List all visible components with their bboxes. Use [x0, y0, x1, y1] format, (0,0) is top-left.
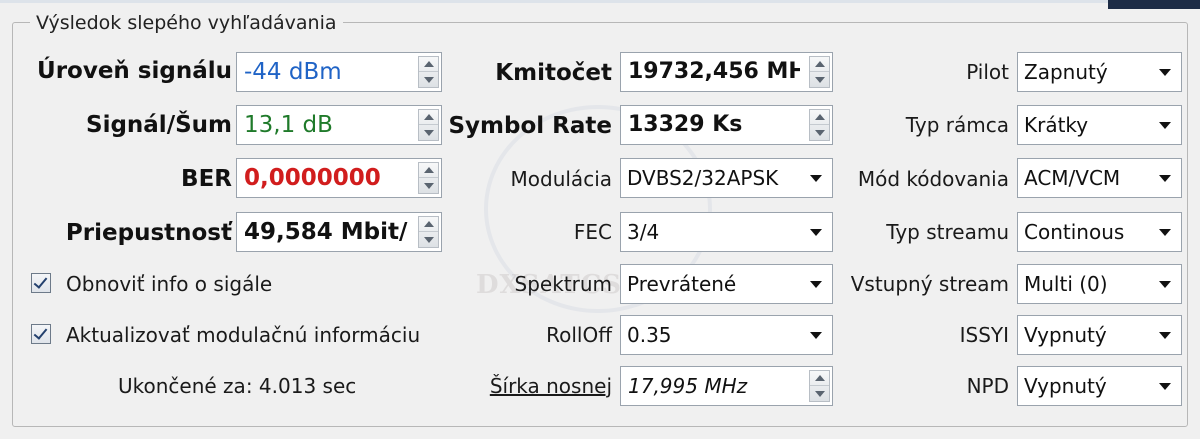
- pilot-label: Pilot: [966, 60, 1009, 84]
- modulation-select[interactable]: DVBS2/32APSK: [620, 158, 833, 198]
- throughput-label: Priepustnosť: [65, 220, 232, 246]
- frame-type-label: Typ rámca: [905, 113, 1009, 137]
- spin-down-icon[interactable]: [424, 130, 434, 136]
- npd-label: NPD: [966, 374, 1009, 398]
- refresh-info-label: Obnoviť info o sigále: [66, 272, 273, 296]
- frequency-spinner[interactable]: [809, 56, 830, 88]
- chevron-down-icon[interactable]: [1159, 229, 1171, 236]
- signal-level-label: Úroveň signálu: [37, 58, 232, 84]
- stream-type-label: Typ streamu: [886, 220, 1009, 244]
- frequency-value: 19732,456 MHz: [628, 59, 800, 84]
- signal-level-value: -44 dBm: [244, 59, 342, 85]
- spin-down-icon[interactable]: [815, 130, 825, 136]
- spin-down-icon[interactable]: [815, 77, 825, 83]
- pilot-select[interactable]: Zapnutý: [1017, 52, 1182, 92]
- fec-value: 3/4: [627, 220, 660, 244]
- coding-mode-select[interactable]: ACM/VCM: [1017, 158, 1182, 198]
- snr-value: 13,1 dB: [244, 112, 333, 138]
- issyi-label: ISSYI: [959, 323, 1009, 347]
- chevron-down-icon[interactable]: [1159, 281, 1171, 288]
- snr-label: Signál/Šum: [86, 112, 232, 138]
- bandwidth-field[interactable]: 17,995 MHz: [620, 366, 833, 406]
- finished-time: Ukončené za: 4.013 sec: [118, 374, 357, 398]
- issyi-select[interactable]: Vypnutý: [1017, 315, 1182, 355]
- spin-down-icon[interactable]: [815, 391, 825, 397]
- ber-value: 0,0000000: [244, 165, 381, 191]
- chevron-down-icon[interactable]: [810, 281, 822, 288]
- spin-up-icon[interactable]: [424, 221, 434, 227]
- bandwidth-label[interactable]: Šírka nosnej: [490, 376, 612, 396]
- spin-up-icon[interactable]: [424, 167, 434, 173]
- frame-type-value: Krátky: [1024, 113, 1089, 137]
- modulation-value: DVBS2/32APSK: [627, 166, 779, 190]
- issyi-value: Vypnutý: [1024, 323, 1107, 347]
- chevron-down-icon[interactable]: [810, 175, 822, 182]
- top-strip: [0, 0, 1200, 3]
- snr-field[interactable]: 13,1 dB: [236, 105, 442, 145]
- symbol-rate-field[interactable]: 13329 Ks: [620, 105, 833, 145]
- fec-label: FEC: [573, 220, 612, 244]
- signal-level-field[interactable]: -44 dBm: [236, 52, 442, 92]
- spin-up-icon[interactable]: [815, 61, 825, 67]
- bandwidth-spinner[interactable]: [809, 370, 830, 402]
- throughput-value: 49,584 Mbit/: [244, 219, 408, 245]
- input-stream-select[interactable]: Multi (0): [1017, 264, 1182, 304]
- spin-down-icon[interactable]: [424, 77, 434, 83]
- ber-label: BER: [181, 166, 232, 192]
- chevron-down-icon[interactable]: [1159, 332, 1171, 339]
- input-stream-label: Vstupný stream: [850, 272, 1009, 296]
- spin-up-icon[interactable]: [424, 61, 434, 67]
- chevron-down-icon[interactable]: [810, 229, 822, 236]
- spin-down-icon[interactable]: [424, 237, 434, 243]
- frequency-label: Kmitočet: [495, 60, 612, 86]
- spectrum-label: Spektrum: [514, 272, 613, 296]
- coding-mode-value: ACM/VCM: [1024, 166, 1121, 190]
- chevron-down-icon[interactable]: [1159, 69, 1171, 76]
- snr-spinner[interactable]: [418, 109, 439, 141]
- stream-type-value: Continous: [1024, 220, 1125, 244]
- bandwidth-value: 17,995 MHz: [628, 374, 748, 398]
- update-modulation-checkbox[interactable]: [31, 324, 51, 344]
- npd-select[interactable]: Vypnutý: [1017, 366, 1182, 406]
- input-stream-value: Multi (0): [1024, 272, 1108, 296]
- spin-up-icon[interactable]: [424, 114, 434, 120]
- chevron-down-icon[interactable]: [1159, 122, 1171, 129]
- symbol-rate-spinner[interactable]: [809, 109, 830, 141]
- window-corner: [1108, 0, 1200, 9]
- npd-value: Vypnutý: [1024, 374, 1107, 398]
- modulation-label: Modulácia: [510, 167, 612, 191]
- pilot-value: Zapnutý: [1024, 60, 1108, 84]
- fec-select[interactable]: 3/4: [620, 212, 833, 252]
- update-modulation-label: Aktualizovať modulačnú informáciu: [66, 323, 421, 347]
- frequency-field[interactable]: 19732,456 MHz: [620, 52, 833, 92]
- throughput-field[interactable]: 49,584 Mbit/: [236, 212, 442, 252]
- spin-up-icon[interactable]: [815, 114, 825, 120]
- symbol-rate-value: 13329 Ks: [628, 112, 743, 137]
- spectrum-value: Prevrátené: [627, 272, 737, 296]
- ber-field[interactable]: 0,0000000: [236, 158, 442, 198]
- spin-up-icon[interactable]: [815, 375, 825, 381]
- throughput-spinner[interactable]: [418, 216, 439, 248]
- symbol-rate-label: Symbol Rate: [448, 113, 612, 139]
- rolloff-label: RollOff: [546, 323, 612, 347]
- rolloff-value: 0.35: [627, 323, 672, 347]
- chevron-down-icon[interactable]: [1159, 175, 1171, 182]
- spin-down-icon[interactable]: [424, 183, 434, 189]
- coding-mode-label: Mód kódovania: [857, 167, 1009, 191]
- spectrum-select[interactable]: Prevrátené: [620, 264, 833, 304]
- refresh-info-checkbox[interactable]: [31, 273, 51, 293]
- chevron-down-icon[interactable]: [1159, 383, 1171, 390]
- chevron-down-icon[interactable]: [810, 332, 822, 339]
- group-title: Výsledok slepého vyhľadávania: [30, 12, 343, 34]
- rolloff-select[interactable]: 0.35: [620, 315, 833, 355]
- ber-spinner[interactable]: [418, 162, 439, 194]
- frame-type-select[interactable]: Krátky: [1017, 105, 1182, 145]
- stream-type-select[interactable]: Continous: [1017, 212, 1182, 252]
- signal-level-spinner[interactable]: [418, 56, 439, 88]
